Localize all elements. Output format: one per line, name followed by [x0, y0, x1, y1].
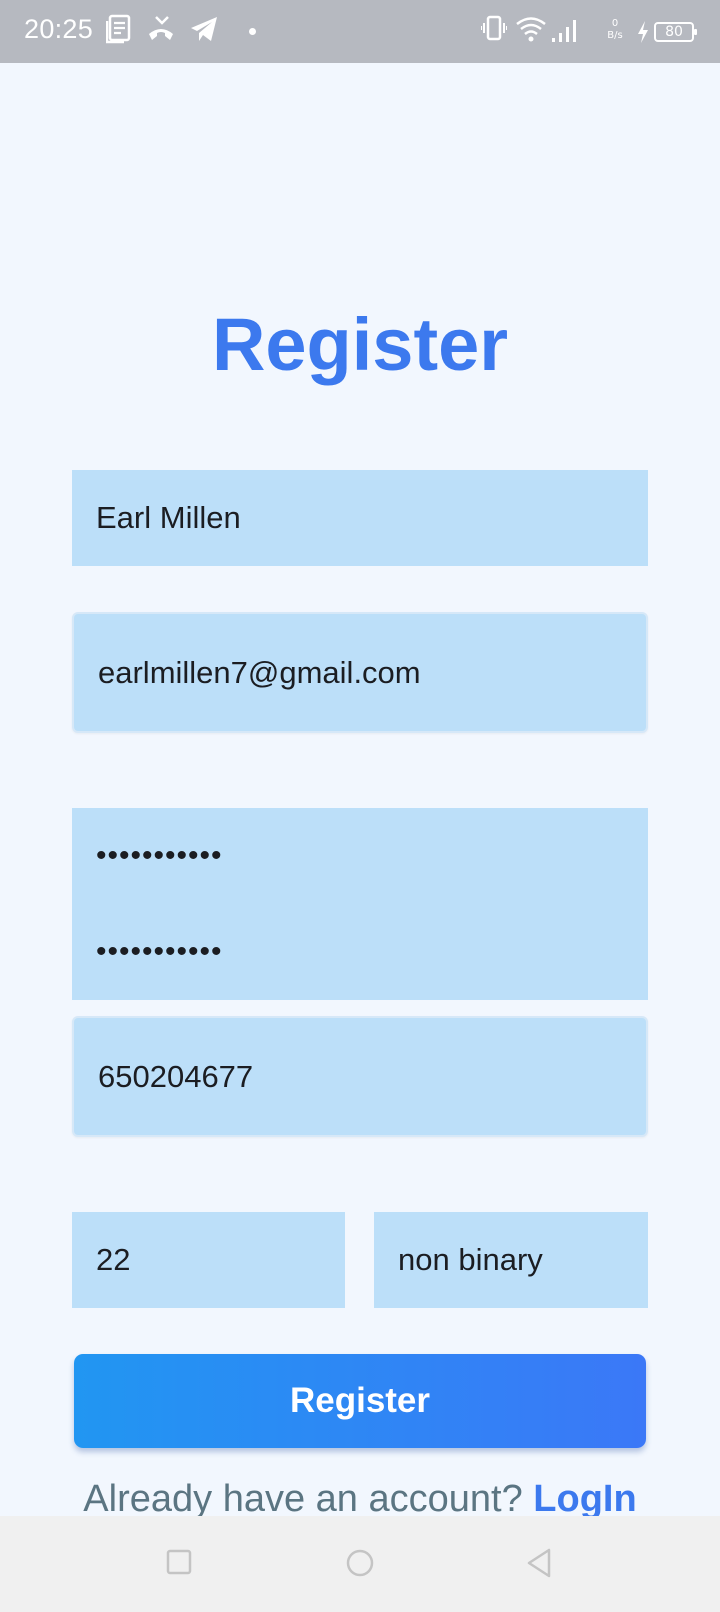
login-prompt: Already have an account? LogIn — [0, 1478, 720, 1521]
notification-dot-icon — [249, 28, 256, 35]
back-triangle-icon[interactable] — [525, 1546, 555, 1580]
wifi-icon — [516, 17, 546, 42]
confirm-password-value: ••••••••••• — [96, 935, 223, 968]
missed-call-icon — [149, 16, 173, 40]
gender-value: non binary — [398, 1242, 543, 1277]
register-button[interactable]: Register — [74, 1354, 646, 1448]
charging-icon — [638, 21, 648, 43]
network-speed-value: 0 — [611, 18, 619, 29]
navigation-bar — [0, 1516, 720, 1612]
email-value: earlmillen7@gmail.com — [98, 654, 421, 690]
phone-value: 650204677 — [98, 1058, 254, 1094]
telegram-icon — [191, 17, 217, 41]
gender-field[interactable]: non binary — [374, 1212, 648, 1308]
password-field[interactable]: ••••••••••• — [72, 808, 648, 904]
name-field[interactable]: Earl Millen — [72, 470, 648, 566]
network-speed-unit: B/s — [607, 30, 623, 41]
password-value: ••••••••••• — [96, 839, 223, 872]
home-circle-icon[interactable] — [344, 1546, 376, 1580]
phone-field[interactable]: 650204677 — [72, 1016, 648, 1137]
status-time: 20:25 — [24, 14, 94, 44]
login-prompt-text: Already have an account? — [83, 1478, 523, 1520]
age-field[interactable]: 22 — [72, 1212, 345, 1308]
email-field[interactable]: earlmillen7@gmail.com — [72, 612, 648, 733]
signal-icon — [552, 20, 576, 42]
age-value: 22 — [96, 1242, 131, 1277]
news-icon — [106, 14, 131, 44]
vibrate-icon — [481, 15, 507, 41]
network-speed: 0 B/s — [604, 18, 626, 42]
name-value: Earl Millen — [96, 500, 241, 535]
login-link[interactable]: LogIn — [533, 1478, 636, 1520]
status-bar: 20:25 0 B/s 80 — [0, 0, 720, 63]
recents-square-icon[interactable] — [165, 1546, 193, 1580]
battery-level: 80 — [665, 24, 683, 40]
confirm-password-field[interactable]: ••••••••••• — [72, 904, 648, 1000]
page-title: Register — [211, 303, 509, 386]
battery-icon: 80 — [654, 22, 697, 42]
